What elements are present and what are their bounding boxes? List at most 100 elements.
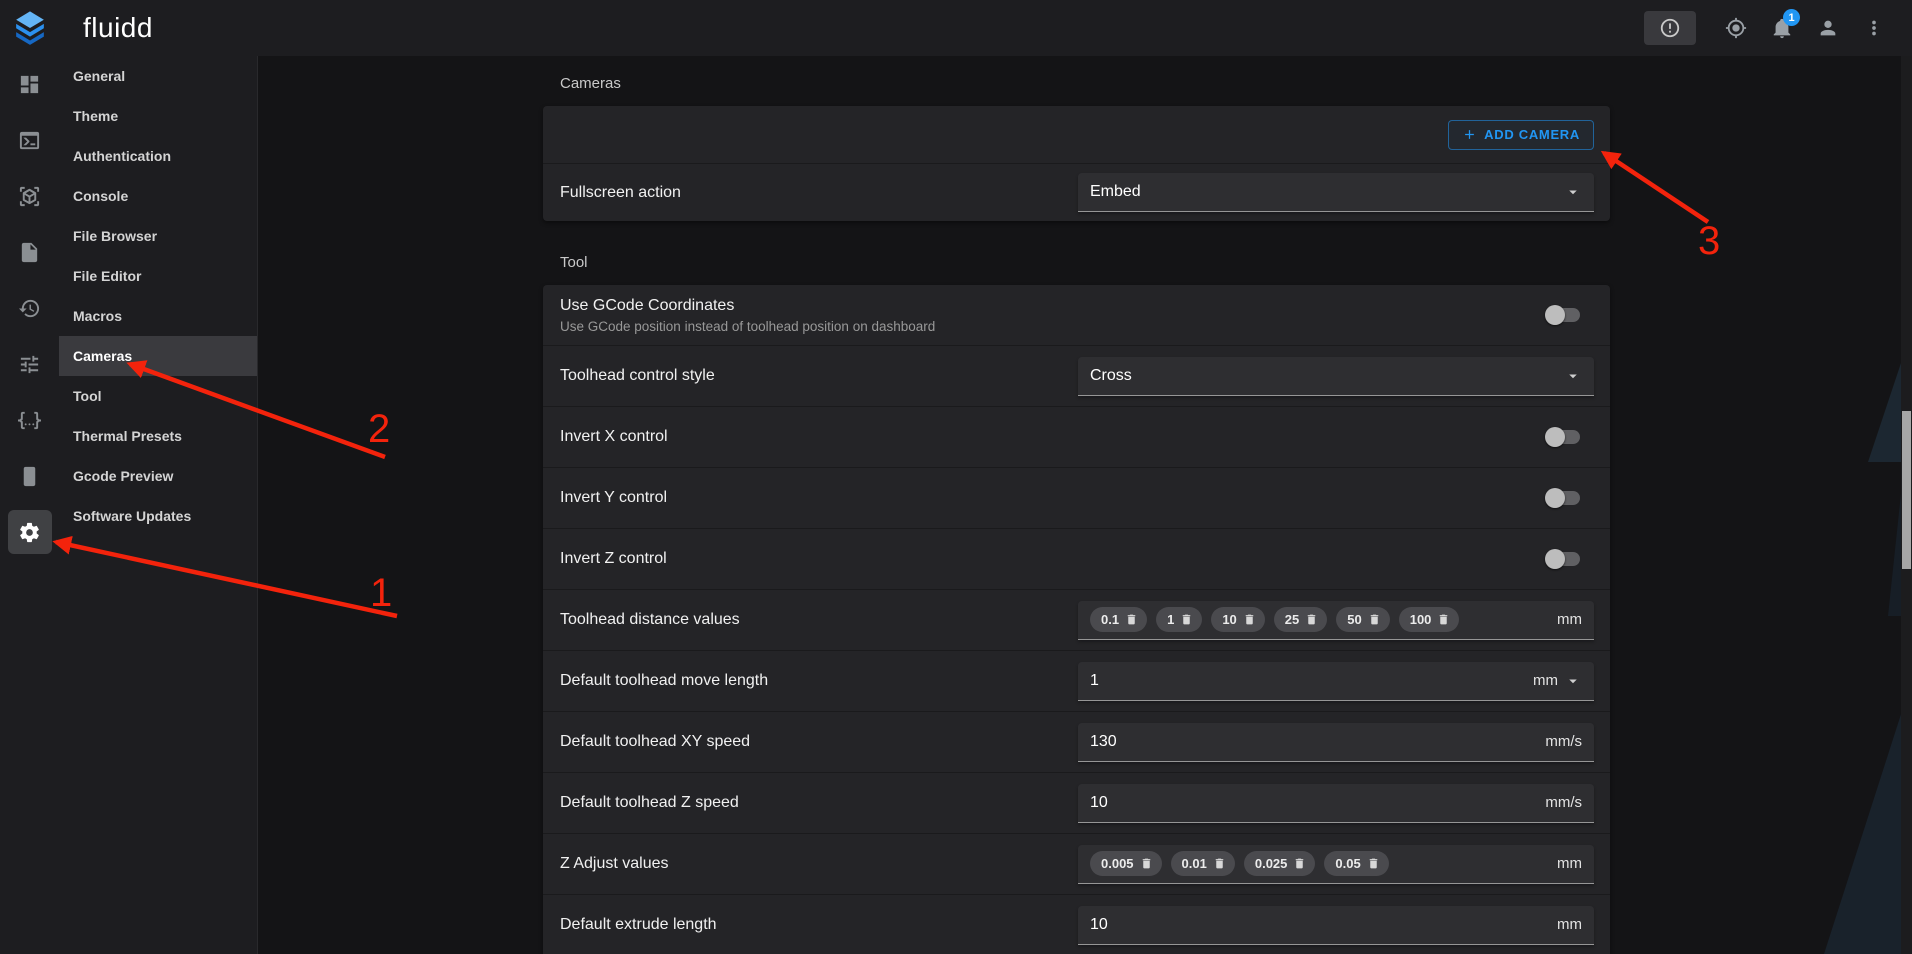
nav-item-general[interactable]: General: [59, 56, 257, 96]
chevron-down-icon: [1564, 183, 1582, 201]
delete-icon[interactable]: [1213, 857, 1226, 870]
distance-chip[interactable]: 50: [1336, 607, 1389, 632]
scrollbar-thumb[interactable]: [1902, 411, 1911, 569]
z-speed-input[interactable]: [1090, 794, 1545, 812]
z-adjust-field[interactable]: 0.005 0.01 0.025 0.05 mm: [1078, 845, 1594, 884]
add-camera-button[interactable]: ADD CAMERA: [1448, 120, 1594, 150]
z-adjust-label: Z Adjust values: [560, 855, 669, 873]
rail-item-settings[interactable]: [0, 504, 59, 560]
rail-item-console[interactable]: [0, 112, 59, 168]
move-length-row: Default toolhead move length mm: [543, 650, 1610, 711]
control-style-select[interactable]: Cross: [1078, 357, 1594, 396]
rail-item-configure[interactable]: [0, 392, 59, 448]
rail-item-jobs[interactable]: [0, 224, 59, 280]
emergency-stop-button[interactable]: [1644, 11, 1696, 45]
account-button[interactable]: [1808, 8, 1848, 48]
use-gcode-row: Use GCode Coordinates Use GCode position…: [543, 285, 1610, 345]
nav-item-file-editor[interactable]: File Editor: [59, 256, 257, 296]
fullscreen-action-label: Fullscreen action: [560, 184, 681, 202]
delete-icon[interactable]: [1125, 613, 1138, 626]
fluidd-logo-icon: [13, 10, 47, 46]
rail-item-preview[interactable]: [0, 168, 59, 224]
distance-values-field[interactable]: 0.1 1 10 25 50 100 mm: [1078, 601, 1594, 640]
invert-y-toggle[interactable]: [1545, 488, 1582, 508]
z-adjust-chip[interactable]: 0.025: [1244, 851, 1316, 876]
nav-item-thermal-presets[interactable]: Thermal Presets: [59, 416, 257, 456]
account-icon: [1817, 17, 1839, 39]
overflow-menu-button[interactable]: [1854, 8, 1894, 48]
delete-icon[interactable]: [1305, 613, 1318, 626]
nav-item-software-updates[interactable]: Software Updates: [59, 496, 257, 536]
move-length-input[interactable]: [1090, 672, 1533, 690]
invert-z-toggle[interactable]: [1545, 549, 1582, 569]
z-speed-field: mm/s: [1078, 784, 1594, 823]
rail-item-dashboard[interactable]: [0, 56, 59, 112]
extrude-length-input[interactable]: [1090, 916, 1557, 934]
device-icon: [18, 465, 41, 488]
use-gcode-label: Use GCode Coordinates: [560, 297, 935, 315]
code-braces-icon: [18, 409, 41, 432]
distance-values-row: Toolhead distance values 0.1 1 10 25 50 …: [543, 589, 1610, 650]
invert-x-toggle[interactable]: [1545, 427, 1582, 447]
rail-item-tune[interactable]: [0, 336, 59, 392]
delete-icon[interactable]: [1368, 613, 1381, 626]
z-adjust-unit: mm: [1557, 855, 1582, 872]
nav-item-gcode-preview[interactable]: Gcode Preview: [59, 456, 257, 496]
xy-speed-unit: mm/s: [1545, 733, 1582, 750]
delete-icon[interactable]: [1140, 857, 1153, 870]
nav-item-file-browser[interactable]: File Browser: [59, 216, 257, 256]
z-adjust-chip[interactable]: 0.01: [1171, 851, 1235, 876]
cameras-card: ADD CAMERA Fullscreen action Embed: [543, 106, 1610, 221]
distance-chip[interactable]: 1: [1156, 607, 1202, 632]
use-gcode-description: Use GCode position instead of toolhead p…: [560, 319, 935, 334]
invert-x-row: Invert X control: [543, 406, 1610, 467]
dots-vertical-icon: [1863, 17, 1885, 39]
xy-speed-field: mm/s: [1078, 723, 1594, 762]
cube-scan-icon: [18, 185, 41, 208]
invert-x-label: Invert X control: [560, 428, 668, 446]
distance-chip[interactable]: 0.1: [1090, 607, 1147, 632]
chevron-down-icon: [1564, 367, 1582, 385]
distance-values-unit: mm: [1557, 611, 1582, 628]
chevron-down-icon[interactable]: [1564, 672, 1582, 690]
settings-nav: General Theme Authentication Console Fil…: [59, 56, 258, 954]
nav-item-cameras[interactable]: Cameras: [59, 336, 257, 376]
distance-chip[interactable]: 25: [1274, 607, 1327, 632]
invert-y-row: Invert Y control: [543, 467, 1610, 528]
tune-icon: [18, 353, 41, 376]
nav-item-macros[interactable]: Macros: [59, 296, 257, 336]
extrude-length-unit: mm: [1557, 916, 1582, 933]
distance-chip[interactable]: 10: [1211, 607, 1264, 632]
delete-icon[interactable]: [1437, 613, 1450, 626]
xy-speed-row: Default toolhead XY speed mm/s: [543, 711, 1610, 772]
file-document-icon: [18, 241, 41, 264]
delete-icon[interactable]: [1293, 857, 1306, 870]
distance-chip[interactable]: 100: [1399, 607, 1460, 632]
camera-actions-row: ADD CAMERA: [543, 106, 1610, 163]
control-style-label: Toolhead control style: [560, 367, 715, 385]
use-gcode-toggle[interactable]: [1545, 305, 1582, 325]
z-adjust-chip[interactable]: 0.005: [1090, 851, 1162, 876]
rail-item-history[interactable]: [0, 280, 59, 336]
xy-speed-input[interactable]: [1090, 733, 1545, 751]
nav-item-authentication[interactable]: Authentication: [59, 136, 257, 176]
delete-icon[interactable]: [1180, 613, 1193, 626]
host-status-button[interactable]: [1716, 8, 1756, 48]
fluidd-logo[interactable]: [0, 10, 59, 46]
delete-icon[interactable]: [1243, 613, 1256, 626]
settings-column: Cameras ADD CAMERA Fullscreen action Emb…: [543, 56, 1610, 954]
app-bar: fluidd 1: [0, 0, 1912, 56]
alert-circle-icon: [1659, 17, 1681, 39]
nav-item-tool[interactable]: Tool: [59, 376, 257, 416]
z-adjust-chip[interactable]: 0.05: [1324, 851, 1388, 876]
nav-item-theme[interactable]: Theme: [59, 96, 257, 136]
settings-selected-tile: [8, 510, 52, 554]
nav-item-console[interactable]: Console: [59, 176, 257, 216]
nav-rail: [0, 56, 59, 954]
delete-icon[interactable]: [1367, 857, 1380, 870]
fullscreen-action-select[interactable]: Embed: [1078, 173, 1594, 212]
dashboard-icon: [18, 73, 41, 96]
move-length-label: Default toolhead move length: [560, 672, 768, 690]
rail-item-system[interactable]: [0, 448, 59, 504]
notifications-button[interactable]: 1: [1762, 8, 1802, 48]
